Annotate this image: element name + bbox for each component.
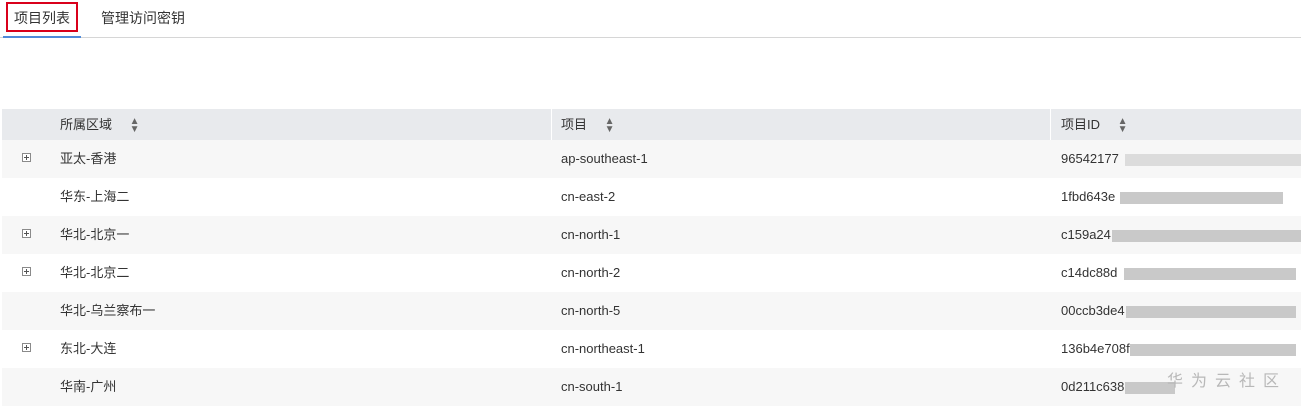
- project-cell: cn-north-1: [561, 227, 621, 242]
- project-cell: cn-south-1: [561, 379, 623, 394]
- project-cell: cn-north-5: [561, 303, 621, 318]
- column-header-project-label: 项目: [561, 117, 588, 132]
- sort-icon[interactable]: ▲ ▼: [1118, 116, 1128, 134]
- project-id-cell: 00ccb3de4: [1061, 303, 1125, 318]
- redaction-blur: [1125, 154, 1301, 166]
- table-row: 亚太-香港 ap-southeast-1 96542177: [2, 140, 1301, 178]
- expand-plus-icon[interactable]: [22, 153, 31, 162]
- redaction-blur: [1126, 306, 1296, 318]
- project-id-cell: 1fbd643e: [1061, 189, 1116, 204]
- project-id-cell: 0d211c638: [1061, 379, 1125, 394]
- expand-plus-icon[interactable]: [22, 229, 31, 238]
- watermark: 华为云社区: [1166, 373, 1287, 390]
- table-row: 华北-乌兰察布一 cn-north-5 00ccb3de4: [2, 292, 1301, 330]
- sort-icon[interactable]: ▲ ▼: [605, 116, 615, 134]
- project-id-cell: 136b4e708f: [1061, 341, 1130, 356]
- expand-plus-icon[interactable]: [22, 343, 31, 352]
- region-cell: 华北-北京二: [60, 265, 130, 280]
- project-cell: ap-southeast-1: [561, 151, 648, 166]
- tab-project-list[interactable]: 项目列表: [3, 0, 81, 38]
- project-cell: cn-north-2: [561, 265, 621, 280]
- project-id-cell: c159a24: [1061, 227, 1111, 242]
- column-header-project-id[interactable]: 项目ID ▲ ▼: [1061, 109, 1128, 140]
- column-divider: [551, 109, 552, 140]
- table-row: 华北-北京一 cn-north-1 c159a24: [2, 216, 1301, 254]
- tab-manage-access-keys[interactable]: 管理访问密钥: [101, 0, 185, 36]
- column-header-project[interactable]: 项目 ▲ ▼: [561, 109, 615, 140]
- table-header: 所属区域 ▲ ▼ 项目 ▲ ▼ 项目ID ▲ ▼: [2, 109, 1301, 140]
- project-cell: cn-northeast-1: [561, 341, 645, 356]
- project-id-cell: c14dc88d: [1061, 265, 1118, 280]
- highlight-box: [6, 2, 78, 32]
- table-row: 华南-广州 cn-south-1 0d211c638: [2, 368, 1301, 406]
- tab-manage-access-keys-label: 管理访问密钥: [101, 10, 185, 26]
- column-header-project-id-label: 项目ID: [1061, 117, 1101, 132]
- sort-icon[interactable]: ▲ ▼: [130, 116, 140, 134]
- column-header-region-label: 所属区域: [60, 117, 113, 132]
- redaction-blur: [1130, 344, 1296, 356]
- project-id-cell: 96542177: [1061, 151, 1119, 166]
- redaction-blur: [1124, 268, 1296, 280]
- expand-plus-icon[interactable]: [22, 267, 31, 276]
- table-row: 华东-上海二 cn-east-2 1fbd643e: [2, 178, 1301, 216]
- redaction-blur: [1120, 192, 1283, 204]
- region-cell: 华北-乌兰察布一: [60, 303, 156, 318]
- column-header-region[interactable]: 所属区域 ▲ ▼: [60, 109, 140, 140]
- table-row: 东北-大连 cn-northeast-1 136b4e708f: [2, 330, 1301, 368]
- table-row: 华北-北京二 cn-north-2 c14dc88d: [2, 254, 1301, 292]
- region-cell: 华东-上海二: [60, 189, 130, 204]
- region-cell: 东北-大连: [60, 341, 117, 356]
- region-cell: 华南-广州: [60, 379, 117, 394]
- redaction-blur: [1112, 230, 1301, 242]
- region-cell: 亚太-香港: [60, 151, 117, 166]
- tab-bar: 项目列表 管理访问密钥: [0, 0, 1301, 38]
- column-divider: [1050, 109, 1051, 140]
- project-cell: cn-east-2: [561, 189, 616, 204]
- region-cell: 华北-北京一: [60, 227, 130, 242]
